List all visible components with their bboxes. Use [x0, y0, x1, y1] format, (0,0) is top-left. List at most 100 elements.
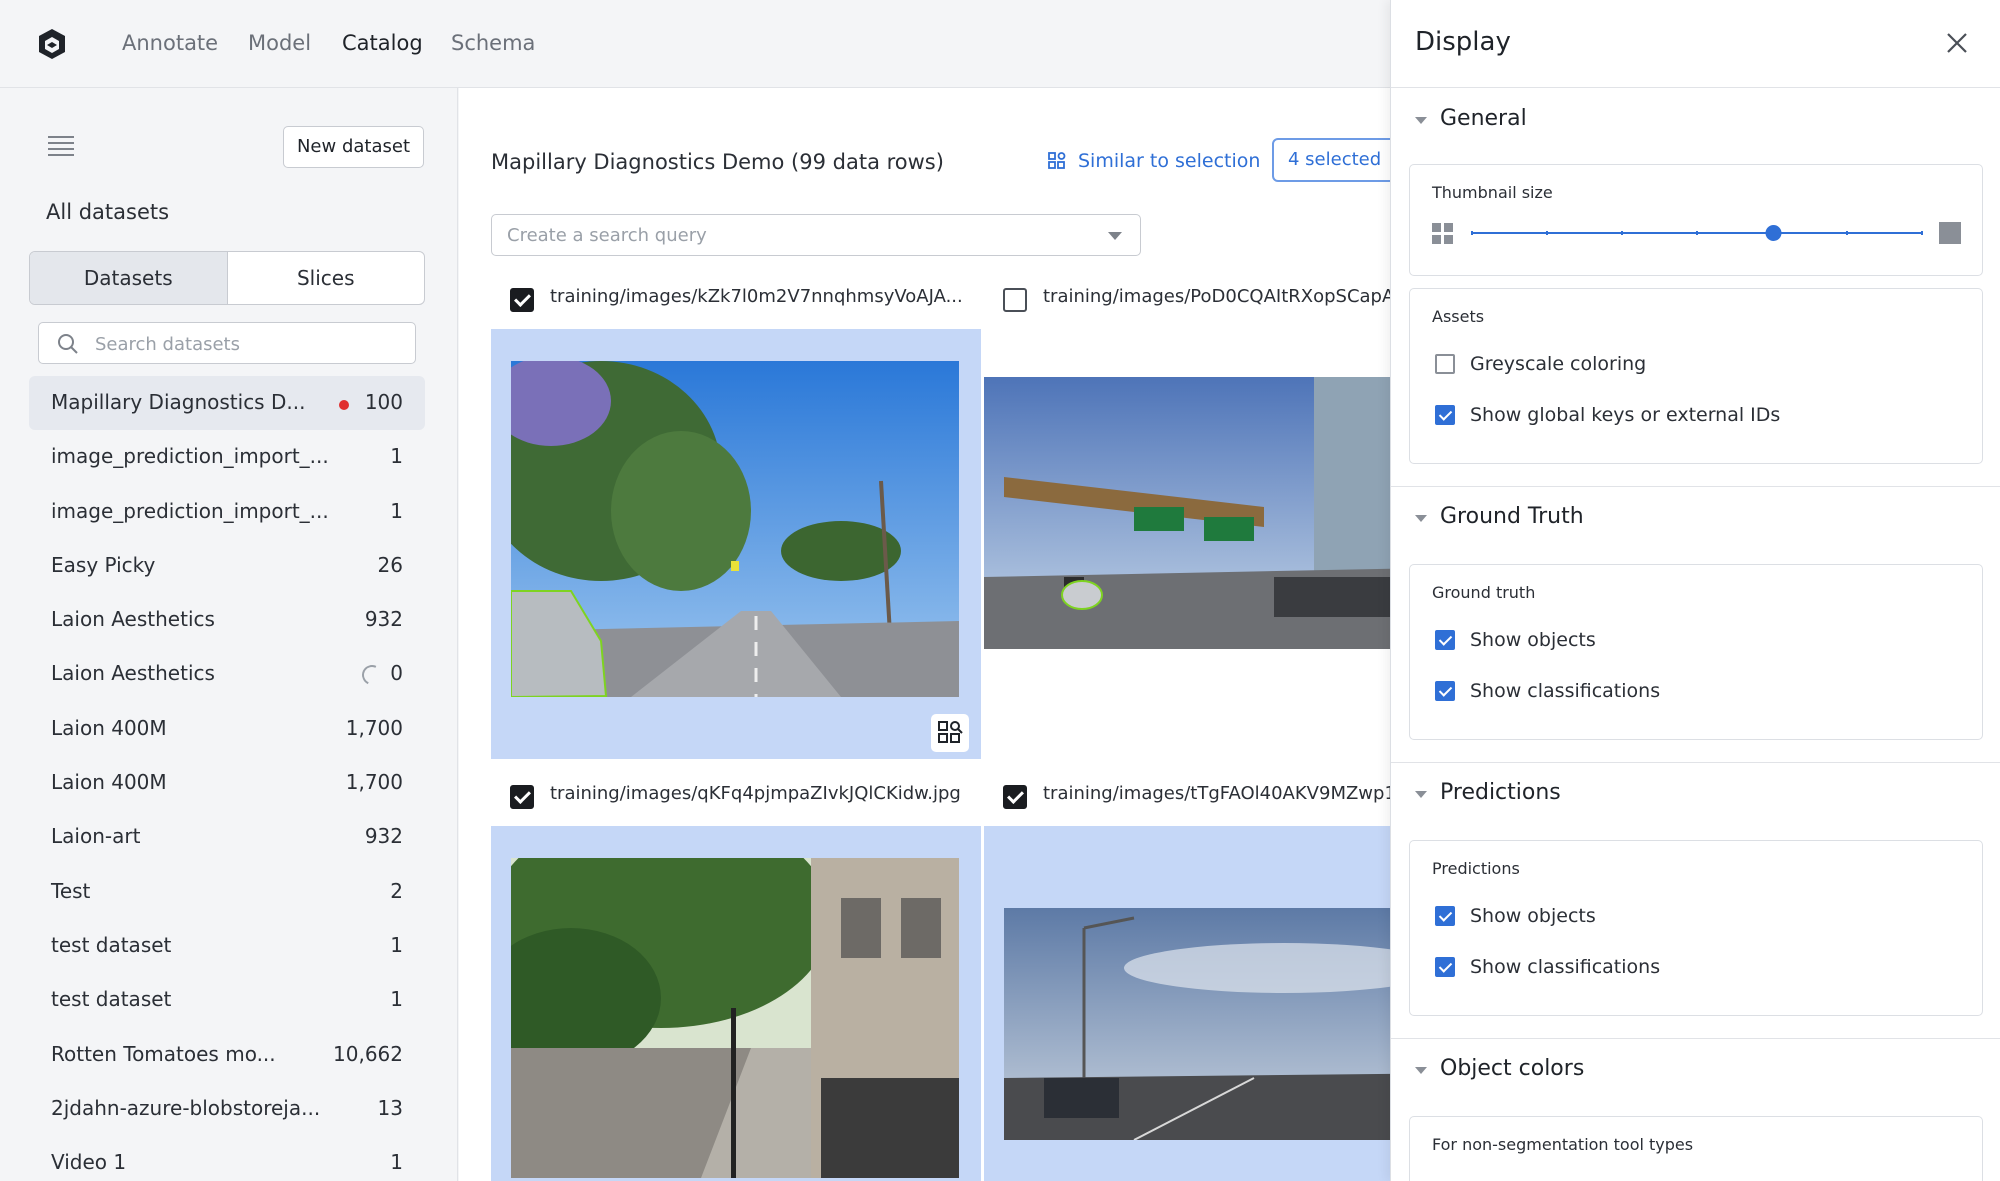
- data-row-card[interactable]: training/images/tTgFAOl40AKV9MZwp1: [984, 766, 1390, 1181]
- option-label: Greyscale coloring: [1470, 353, 1647, 375]
- thumbnail-image[interactable]: [511, 858, 959, 1178]
- object-colors-label: For non-segmentation tool types: [1432, 1135, 1694, 1154]
- similar-label: Similar to selection: [1078, 150, 1261, 172]
- assets-label: Assets: [1432, 307, 1485, 326]
- predictions-box: Predictions Show objects Show classifica…: [1409, 840, 1983, 1016]
- status-dot: [339, 400, 349, 410]
- dataset-count: 932: [364, 824, 403, 849]
- section-predictions[interactable]: Predictions: [1391, 764, 2000, 824]
- dataset-name: Laion 400M: [51, 770, 167, 795]
- data-row-card[interactable]: training/images/PoD0CQAItRXopSCapA: [984, 269, 1390, 759]
- dataset-item[interactable]: 2jdahn-azure-blobstoreja... 13: [29, 1082, 425, 1136]
- card-header: training/images/kZk7l0m2V7nnqhmsyVoAJA..…: [491, 269, 981, 329]
- thumbnail-image[interactable]: [1004, 908, 1390, 1140]
- nav-catalog[interactable]: Catalog: [342, 31, 423, 55]
- section-title: Predictions: [1440, 780, 1561, 805]
- gt-show-objects-checkbox[interactable]: [1435, 630, 1455, 650]
- dataset-name: Laion-art: [51, 824, 141, 849]
- nav-schema[interactable]: Schema: [451, 31, 535, 55]
- dataset-name: Laion 400M: [51, 715, 167, 740]
- dataset-item[interactable]: Mapillary Diagnostics D... 100: [29, 376, 425, 431]
- ground-truth-label: Ground truth: [1432, 583, 1536, 602]
- dataset-count: 1,700: [345, 770, 403, 795]
- nav-model[interactable]: Model: [248, 31, 311, 55]
- similar-to-selection-button[interactable]: Similar to selection: [1048, 150, 1260, 172]
- collapse-triangle-icon: [1415, 1067, 1427, 1074]
- pred-show-classifications-checkbox[interactable]: [1435, 957, 1455, 977]
- labelbox-logo-icon[interactable]: [37, 28, 67, 60]
- dataset-count: 1,700: [345, 715, 403, 740]
- top-nav: Annotate Model Catalog Schema: [0, 0, 1390, 88]
- dataset-name: Laion Aesthetics: [51, 607, 215, 632]
- object-colors-box: For non-segmentation tool types: [1409, 1116, 1983, 1181]
- new-dataset-button[interactable]: New dataset: [283, 126, 424, 168]
- global-keys-checkbox[interactable]: [1435, 405, 1455, 425]
- dataset-name: Mapillary Diagnostics D...: [51, 390, 306, 414]
- row-checkbox[interactable]: [510, 785, 534, 809]
- thumbnail-size-slider[interactable]: [1432, 217, 1962, 247]
- dataset-name: Easy Picky: [51, 552, 156, 577]
- row-checkbox[interactable]: [1003, 785, 1027, 809]
- card-body: [984, 826, 1390, 1181]
- dataset-item[interactable]: image_prediction_import_... 1: [29, 485, 425, 539]
- row-checkbox[interactable]: [510, 288, 534, 312]
- section-general[interactable]: General: [1391, 90, 2000, 150]
- dataset-item[interactable]: Rotten Tomatoes mo... 10,662: [29, 1028, 425, 1082]
- card-key: training/images/kZk7l0m2V7nnqhmsyVoAJA..…: [550, 286, 963, 307]
- dataset-item[interactable]: Laion 400M 1,700: [29, 756, 425, 810]
- search-datasets-input[interactable]: [95, 331, 395, 357]
- row-checkbox[interactable]: [1003, 288, 1027, 312]
- dataset-item[interactable]: test dataset 1: [29, 973, 425, 1027]
- close-icon[interactable]: [1944, 30, 1970, 56]
- card-body: [491, 329, 981, 759]
- dataset-count: 1: [390, 1150, 403, 1175]
- search-icon: [58, 334, 78, 354]
- datasets-sidebar: New dataset All datasets Datasets Slices…: [0, 88, 458, 1181]
- option-label: Show global keys or external IDs: [1470, 404, 1781, 426]
- thumbnail-image[interactable]: [984, 377, 1390, 649]
- gt-show-classifications-checkbox[interactable]: [1435, 681, 1455, 701]
- option-label: Show objects: [1470, 629, 1596, 651]
- selection-dropdown[interactable]: 4 selected ⌄: [1272, 138, 1390, 182]
- find-similar-button[interactable]: [931, 714, 969, 752]
- similarity-icon: [1048, 152, 1066, 169]
- data-row-card[interactable]: training/images/kZk7l0m2V7nnqhmsyVoAJA..…: [491, 269, 981, 759]
- dataset-item[interactable]: Laion Aesthetics 932: [29, 593, 425, 647]
- pred-show-objects-checkbox[interactable]: [1435, 906, 1455, 926]
- dataset-item[interactable]: test dataset 1: [29, 919, 425, 973]
- greyscale-checkbox[interactable]: [1435, 354, 1455, 374]
- dataset-count: 1: [390, 498, 403, 523]
- dataset-name: Rotten Tomatoes mo...: [51, 1041, 276, 1066]
- card-body: [491, 826, 981, 1181]
- search-query-input[interactable]: Create a search query: [491, 214, 1141, 256]
- dataset-item[interactable]: Video 1 1: [29, 1136, 425, 1181]
- dataset-item[interactable]: Laion Aesthetics 0: [29, 647, 425, 701]
- dataset-item[interactable]: Laion-art 932: [29, 810, 425, 864]
- thumbnail-size-box: Thumbnail size: [1409, 164, 1983, 276]
- dataset-item[interactable]: Easy Picky 26: [29, 539, 425, 593]
- dataset-count: 0: [390, 661, 403, 686]
- card-header: training/images/PoD0CQAItRXopSCapA: [984, 269, 1390, 329]
- dataset-count: 1: [390, 444, 403, 469]
- dataset-item[interactable]: Test 2: [29, 865, 425, 919]
- thumbnail-image[interactable]: [511, 361, 959, 697]
- section-object-colors[interactable]: Object colors: [1391, 1040, 2000, 1100]
- collapse-triangle-icon: [1415, 117, 1427, 124]
- nav-annotate[interactable]: Annotate: [122, 31, 218, 55]
- dataset-item[interactable]: image_prediction_import_... 1: [29, 430, 425, 484]
- dataset-item[interactable]: Laion 400M 1,700: [29, 702, 425, 756]
- menu-icon[interactable]: [48, 136, 74, 158]
- dataset-name: image_prediction_import_...: [51, 444, 329, 469]
- slider-thumb[interactable]: [1765, 225, 1782, 241]
- dataset-name: image_prediction_import_...: [51, 498, 329, 523]
- card-body: [984, 329, 1390, 759]
- tab-slices[interactable]: Slices: [228, 252, 425, 304]
- assets-box: Assets Greyscale coloring Show global ke…: [1409, 288, 1983, 464]
- data-row-card[interactable]: training/images/qKFq4pjmpaZIvkJQlCKidw.j…: [491, 766, 981, 1181]
- section-ground-truth[interactable]: Ground Truth: [1391, 488, 2000, 548]
- selected-count-label: 4 selected: [1288, 149, 1382, 170]
- loading-spinner-icon: [359, 662, 385, 689]
- all-datasets-heading: All datasets: [46, 200, 170, 224]
- slider-track[interactable]: [1432, 217, 1962, 247]
- tab-datasets[interactable]: Datasets: [30, 252, 228, 304]
